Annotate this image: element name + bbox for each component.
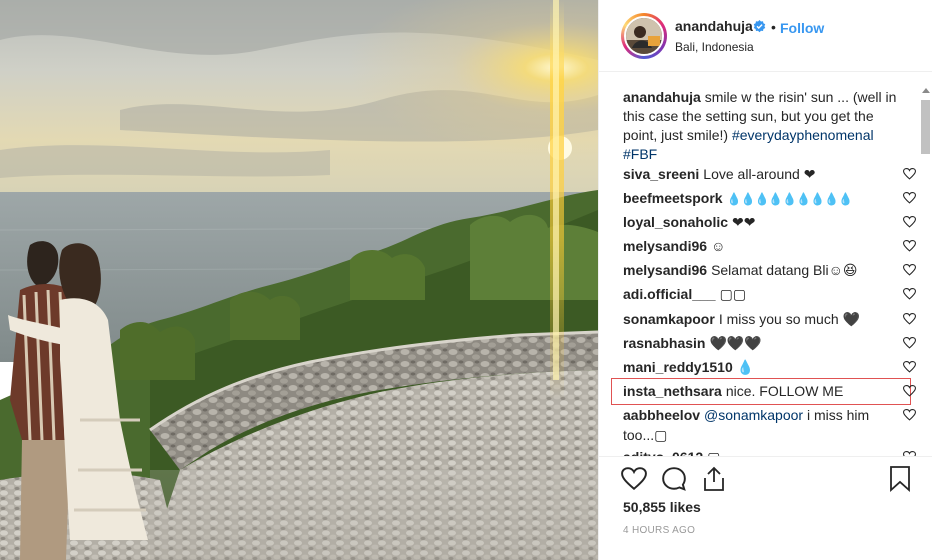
comment-text: ☺: [711, 238, 726, 254]
likes-count[interactable]: 50,855 likes: [623, 499, 701, 515]
post-username[interactable]: anandahuja: [675, 18, 753, 34]
comment-text: Selamat datang Bli☺😆: [711, 262, 858, 278]
comment-username[interactable]: insta_nethsara: [623, 383, 722, 399]
comment-item: adi.official___ ▢▢: [623, 283, 916, 305]
scrollbar-thumb[interactable]: [921, 100, 930, 154]
comment-text: 🖤🖤🖤: [709, 335, 762, 351]
comment-text: 💧: [736, 359, 755, 375]
hashtag-link[interactable]: #FBF: [623, 146, 657, 162]
like-heart-icon[interactable]: [621, 467, 647, 491]
comment-username[interactable]: loyal_sonaholic: [623, 214, 728, 230]
comment-username[interactable]: rasnabhasin: [623, 335, 705, 351]
comment-text: ❤❤: [732, 214, 756, 230]
post-caption: anandahuja smile w the risin' sun ... (w…: [623, 88, 903, 164]
heart-icon[interactable]: [903, 168, 916, 180]
comment-continuation: too...▢: [623, 424, 915, 446]
heart-icon[interactable]: [903, 216, 916, 228]
caption-username[interactable]: anandahuja: [623, 89, 701, 105]
verified-badge-icon: [753, 20, 766, 33]
comments-scrollbar[interactable]: [920, 88, 931, 456]
comment-text: ▢: [707, 449, 720, 456]
comment-username[interactable]: melysandi96: [623, 238, 707, 254]
sunset-couple-photo: [0, 0, 598, 560]
comment-username[interactable]: mani_reddy1510: [623, 359, 733, 375]
comment-text: I miss you so much 🖤: [718, 311, 860, 327]
comment-text: ▢▢: [719, 286, 747, 302]
comment-username[interactable]: melysandi96: [623, 262, 707, 278]
comment-item: melysandi96 ☺: [623, 235, 916, 257]
heart-icon[interactable]: [903, 192, 916, 204]
follow-button[interactable]: Follow: [780, 20, 824, 36]
comment-item: insta_nethsara nice. FOLLOW ME: [623, 380, 916, 402]
avatar[interactable]: [624, 16, 664, 56]
comment-username[interactable]: sonamkapoor: [623, 311, 715, 327]
heart-icon[interactable]: [903, 264, 916, 276]
share-icon[interactable]: [702, 466, 726, 492]
comment-icon[interactable]: [661, 466, 687, 492]
comments-list[interactable]: anandahuja smile w the risin' sun ... (w…: [599, 72, 932, 456]
comment-item: siva_sreeni Love all-around ❤: [623, 163, 916, 185]
heart-icon[interactable]: [903, 288, 916, 300]
hashtag-link[interactable]: #everydayphenomenal: [732, 127, 874, 143]
comment-text: i miss him: [806, 407, 870, 423]
comment-item: melysandi96 Selamat datang Bli☺😆: [623, 259, 916, 281]
comment-item: rasnabhasin 🖤🖤🖤: [623, 332, 916, 354]
comment-username[interactable]: beefmeetspork: [623, 190, 723, 206]
avatar-photo-icon: [626, 18, 662, 54]
comment-item: loyal_sonaholic ❤❤: [623, 211, 916, 233]
heart-icon[interactable]: [903, 385, 916, 397]
comment-username[interactable]: siva_sreeni: [623, 166, 699, 182]
heart-icon[interactable]: [903, 337, 916, 349]
comment-text: nice. FOLLOW ME: [725, 383, 844, 399]
heart-icon[interactable]: [903, 313, 916, 325]
comment-mention[interactable]: @sonamkapoor: [704, 407, 803, 423]
heart-icon[interactable]: [903, 240, 916, 252]
comment-username[interactable]: aabbheelov: [623, 407, 700, 423]
post-location[interactable]: Bali, Indonesia: [675, 40, 754, 54]
post-header: anandahuja • Follow Bali, Indonesia: [599, 0, 932, 72]
comment-item: mani_reddy1510 💧: [623, 356, 916, 378]
scroll-up-arrow-icon[interactable]: [922, 88, 930, 93]
comment-username[interactable]: adityo_0612: [623, 449, 703, 456]
post-actions: 50,855 likes 4 HOURS AGO: [599, 456, 932, 560]
comment-username[interactable]: adi.official___: [623, 286, 716, 302]
heart-icon[interactable]: [903, 409, 916, 421]
post-photo[interactable]: [0, 0, 598, 560]
post-sidebar: anandahuja • Follow Bali, Indonesia anan…: [598, 0, 932, 560]
heart-icon[interactable]: [903, 361, 916, 373]
story-ring[interactable]: [621, 13, 667, 59]
comment-item: beefmeetspork 💧💧💧💧💧💧💧💧💧: [623, 187, 916, 209]
comment-item-partial: adityo_0612 ▢: [623, 446, 916, 456]
comment-item: aabbheelov @sonamkapoor i miss him: [623, 404, 916, 426]
comment-text: 💧💧💧💧💧💧💧💧💧: [726, 192, 853, 206]
bookmark-icon[interactable]: [889, 466, 911, 492]
post-timestamp[interactable]: 4 HOURS AGO: [623, 525, 695, 536]
comment-item-highlighted: sonamkapoor I miss you so much 🖤: [623, 308, 916, 330]
comment-text-continued: too...▢: [623, 427, 668, 443]
comment-text: Love all-around ❤: [703, 166, 816, 182]
separator-dot: •: [771, 19, 776, 35]
